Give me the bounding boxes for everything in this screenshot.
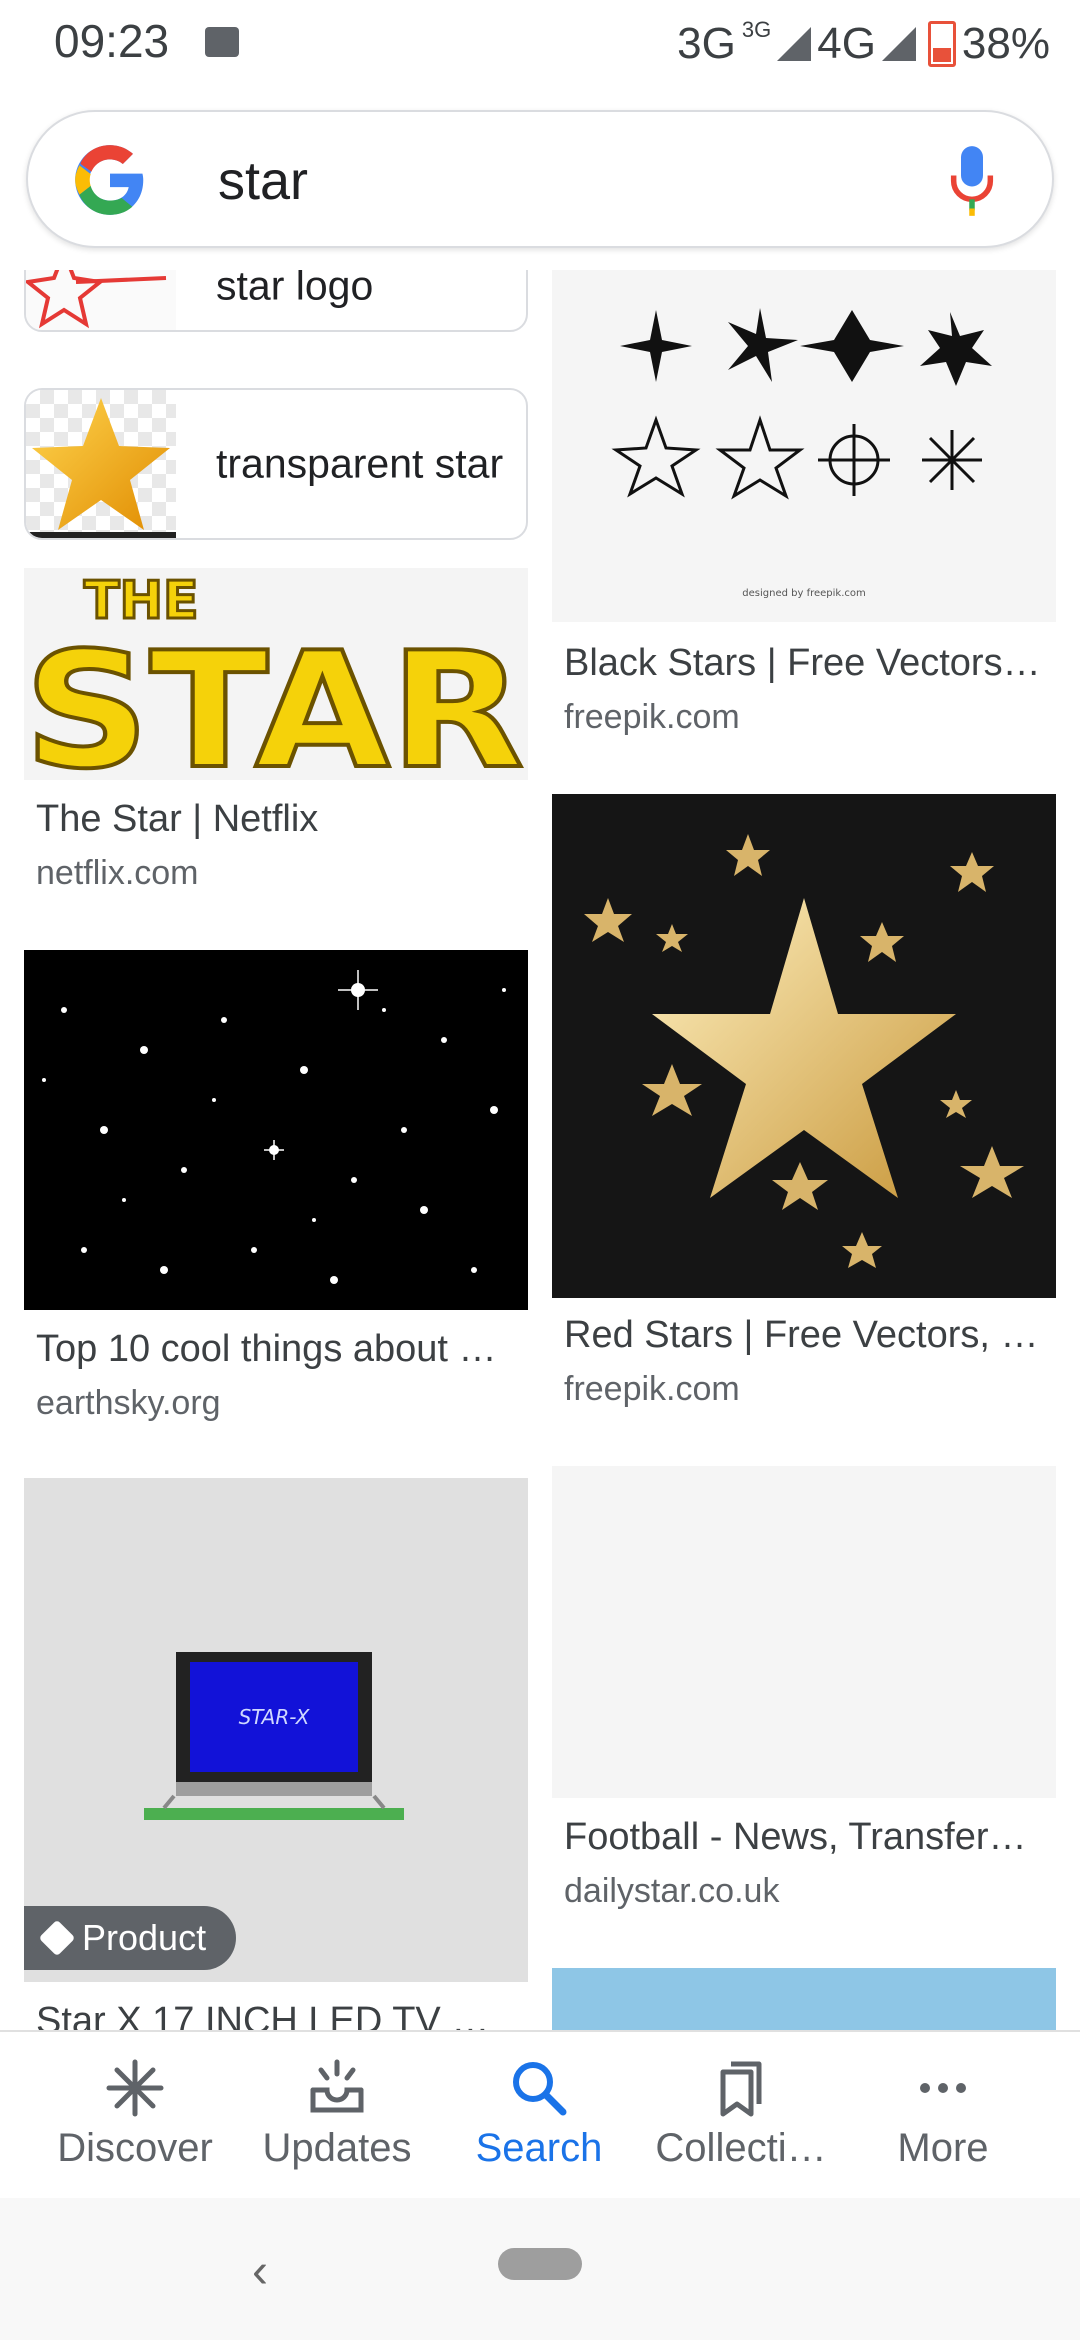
network-3g-label: 3G	[677, 19, 736, 68]
red-star-outline-icon	[26, 270, 167, 329]
star-field-image	[42, 970, 506, 1284]
image-results: star logo transparent star THE STAR The …	[0, 270, 1080, 2030]
gold-stars-image	[584, 834, 1024, 1268]
asterisk-icon	[106, 2059, 164, 2117]
battery-icon	[927, 21, 956, 67]
result-image-earthsky[interactable]	[24, 950, 528, 1310]
nav-updates[interactable]: Updates	[232, 2056, 442, 2171]
related-search-transparent-star[interactable]: transparent star	[24, 388, 528, 540]
result-source: freepik.com	[564, 1370, 740, 1408]
gold-star-icon	[26, 398, 176, 538]
nav-label: Discover	[57, 2126, 213, 2170]
tray-icon	[310, 2059, 364, 2113]
more-icon	[920, 2083, 966, 2093]
status-icons: 3G 3G 4G 38%	[677, 14, 1050, 74]
nav-discover[interactable]: Discover	[30, 2056, 240, 2171]
nav-label: Search	[475, 2126, 603, 2170]
network-4g-label: 4G	[817, 19, 876, 68]
result-image-netflix[interactable]: THE STAR	[24, 568, 528, 780]
black-stars-image: designed by freepik.com	[611, 308, 992, 599]
bookmarks-icon	[720, 2061, 762, 2117]
image-notification-icon	[205, 27, 239, 57]
result-image-gold-stars[interactable]	[552, 794, 1056, 1298]
watermark-text: designed by freepik.com	[742, 588, 865, 599]
battery-percent: 38%	[961, 19, 1050, 68]
search-icon	[513, 2062, 567, 2116]
result-title[interactable]: The Star | Netflix	[36, 798, 516, 841]
product-badge: Product	[24, 1906, 237, 1970]
related-thumbnail	[26, 390, 176, 538]
signal-icon-2	[881, 27, 916, 61]
the-star-title-art: THE STAR	[24, 570, 526, 781]
network-3g-small-label: 3G	[741, 17, 772, 42]
result-title[interactable]: Top 10 cool things about …	[36, 1328, 516, 1371]
status-time: 09:23	[54, 15, 170, 67]
product-badge-label: Product	[82, 1917, 207, 1958]
result-title[interactable]: Football - News, Transfers…	[564, 1816, 1044, 1859]
nav-label: Updates	[262, 2126, 412, 2170]
result-source: freepik.com	[564, 698, 740, 736]
related-label: star logo	[216, 270, 374, 309]
home-pill-button[interactable]	[498, 2248, 582, 2280]
result-image-partial[interactable]	[552, 1968, 1056, 2030]
microphone-icon[interactable]	[950, 146, 994, 216]
result-source: earthsky.org	[36, 1384, 221, 1422]
nav-collections[interactable]: Collecti…	[636, 2056, 846, 2171]
related-search-star-logo[interactable]: star logo	[24, 270, 528, 332]
tv-screen-text: STAR-X	[239, 1705, 311, 1729]
system-navigation-bar: ‹	[0, 2198, 1080, 2340]
nav-label: More	[897, 2126, 989, 2170]
result-title[interactable]: Red Stars | Free Vectors, …	[564, 1314, 1044, 1357]
result-title[interactable]: Star X 17 INCH LED TV DI…	[36, 2000, 516, 2030]
related-label: transparent star	[216, 440, 504, 487]
image-text-star: STAR	[24, 617, 524, 780]
related-thumbnail	[26, 270, 176, 330]
back-chevron-icon[interactable]: ‹	[252, 2244, 268, 2299]
tag-icon	[38, 1919, 76, 1957]
result-source: dailystar.co.uk	[564, 1872, 780, 1910]
status-bar: 09:23 3G 3G 4G 38%	[0, 0, 1080, 90]
search-bar[interactable]: star	[26, 110, 1054, 248]
google-logo-icon	[75, 145, 144, 215]
result-image-black-stars[interactable]: designed by freepik.com	[552, 270, 1056, 622]
nav-more[interactable]: More	[838, 2056, 1048, 2171]
nav-label: Collecti…	[655, 2126, 827, 2170]
search-query-text[interactable]: star	[218, 150, 308, 212]
result-source: netflix.com	[36, 854, 199, 892]
signal-icon	[777, 27, 812, 61]
bottom-navigation: Discover Updates Search Collecti… More	[0, 2030, 1080, 2202]
result-title[interactable]: Black Stars | Free Vectors,…	[564, 642, 1044, 685]
nav-search[interactable]: Search	[434, 2056, 644, 2171]
result-image-placeholder[interactable]	[552, 1466, 1056, 1798]
